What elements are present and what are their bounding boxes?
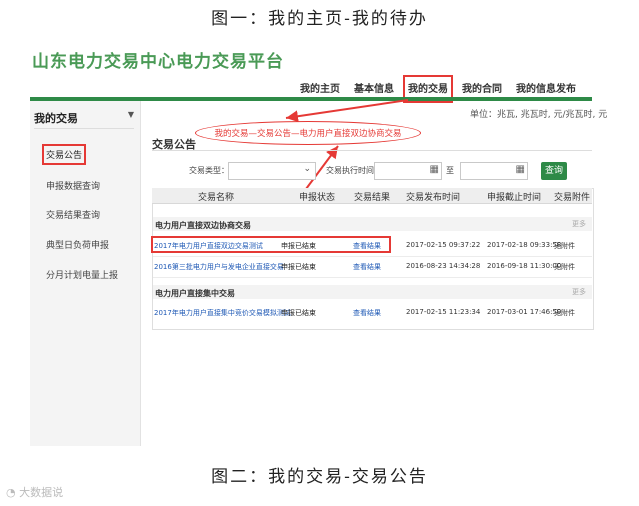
col-header-name: 交易名称 (198, 193, 235, 203)
table-row-attachment: 无附件 (554, 242, 575, 250)
more-link[interactable]: 更多 (572, 287, 586, 297)
caption-bottom: 图二：我的交易-交易公告 (211, 467, 428, 487)
table-row-deadline: 2017-02-18 09:33:58 (487, 241, 562, 249)
table-row-result[interactable]: 查看结果 (353, 262, 381, 272)
trade-type-label: 交易类型： (189, 166, 229, 175)
start-date-input[interactable]: ▦ (374, 162, 442, 180)
col-header-published: 交易发布时间 (406, 193, 461, 203)
calendar-icon[interactable]: ▦ (430, 164, 439, 175)
arrow-from-nav (285, 99, 409, 123)
chevron-down-icon: ⌄ (303, 164, 311, 174)
row-divider (153, 256, 592, 257)
section-divider (152, 150, 592, 151)
table-row-deadline: 2016-09-18 11:30:00 (487, 262, 562, 270)
table-row-result[interactable]: 查看结果 (353, 308, 381, 318)
table-row-name[interactable]: 2017年电力用户直接集中竞价交易模拟测试 (154, 308, 291, 318)
trade-type-select[interactable]: ⌄ (228, 162, 316, 180)
col-header-deadline: 申报截止时间 (487, 193, 542, 203)
col-header-result: 交易结果 (354, 193, 391, 203)
table-row-published: 2017-02-15 09:37:22 (406, 241, 481, 249)
group-title: 电力用户直接双边协商交易 (155, 221, 251, 230)
table-row-published: 2017-02-15 11:23:34 (406, 308, 481, 316)
col-header-status: 申报状态 (299, 193, 336, 203)
row-divider (153, 277, 592, 278)
table-row-deadline: 2017-03-01 17:46:59 (487, 308, 562, 316)
end-date-input[interactable]: ▦ (460, 162, 528, 180)
table-row-name[interactable]: 2017年电力用户直接双边交易测试 (154, 241, 263, 251)
weibo-logo-icon: ◔ (6, 486, 20, 499)
watermark-text: 大数据说 (19, 486, 64, 499)
calendar-icon[interactable]: ▦ (516, 164, 525, 175)
table-row-attachment: 无附件 (554, 263, 575, 271)
table-row-status: 申报已结束 (281, 309, 316, 317)
table-row-status: 申报已结束 (281, 263, 316, 271)
table-row-result[interactable]: 查看结果 (353, 241, 381, 251)
table-row-attachment: 无附件 (554, 309, 575, 317)
table-row-name[interactable]: 2016第三批电力用户与发电企业直接交易 (154, 262, 284, 272)
query-button[interactable]: 查询 (541, 162, 567, 180)
table-row-published: 2016-08-23 14:34:28 (406, 262, 481, 270)
more-link[interactable]: 更多 (572, 219, 586, 229)
col-header-attachment: 交易附件 (554, 193, 591, 203)
table-row-status: 申报已结束 (281, 242, 316, 250)
watermark: ◔ 大数据说 (6, 484, 63, 500)
group-title: 电力用户直接集中交易 (155, 289, 235, 298)
to-label: 至 (446, 166, 454, 175)
